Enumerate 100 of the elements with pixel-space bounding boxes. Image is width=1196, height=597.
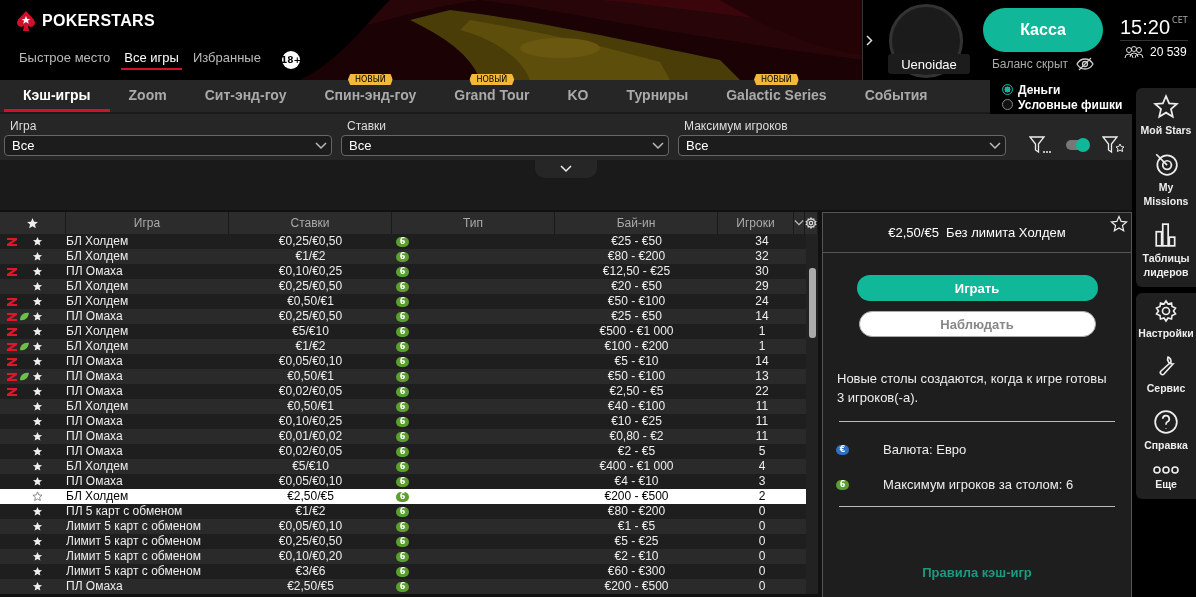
seats-badge: 6 [396,386,409,397]
players-cell: 11 [755,399,769,414]
eye-off-icon[interactable] [1076,57,1095,71]
table-row[interactable]: БЛ Холдем €0,25/€0,50 6 €25 - €50 34 [0,234,806,249]
filter-dropdown[interactable]: Все [341,135,669,156]
star-icon[interactable] [32,416,43,427]
table-row[interactable]: БЛ Холдем €2,50/€5 6 €200 - €500 2 [0,489,806,504]
players-cell: 13 [755,369,769,384]
game-tab[interactable]: Сит-энд-гоу [185,80,306,112]
star-icon[interactable] [32,281,43,292]
sidebar-button[interactable]: Еще [1137,466,1195,491]
nav-link[interactable]: Быстрое место [16,50,114,70]
table-row[interactable]: Лимит 5 карт с обменом €3/€6 6 €60 - €300 0 [0,564,806,579]
currency-radio[interactable]: Деньги [1002,82,1132,97]
table-row[interactable]: БЛ Холдем €0,50/€1 6 €40 - €100 11 [0,399,806,414]
star-icon[interactable] [32,551,43,562]
seats-badge: 6 [396,281,409,292]
seats-badge: 6 [396,536,409,547]
filter-more-icon[interactable] [1029,135,1051,154]
game-tab[interactable]: Zoom [109,80,186,112]
game-tab[interactable]: События [845,80,947,112]
star-icon[interactable] [32,386,43,397]
buyin-cell: €0,80 - €2 [609,429,664,444]
table-row[interactable]: ПЛ Омаха €0,01/€0,02 6 €0,80 - €2 11 [0,429,806,444]
players-cell: 14 [755,354,769,369]
sidebar-button[interactable]: Таблицы лидеров [1137,222,1195,279]
star-icon[interactable] [32,326,43,337]
filter-toggle[interactable] [1065,139,1088,150]
sidebar-button[interactable]: Настройки [1137,299,1195,340]
sidebar-button[interactable]: My Missions [1137,151,1195,208]
table-row[interactable]: БЛ Холдем €5/€10 6 €400 - €1 000 4 [0,459,806,474]
nav-link[interactable]: Избранные [189,50,264,70]
table-row[interactable]: ПЛ Омаха €0,05/€0,10 6 €4 - €10 3 [0,474,806,489]
star-icon[interactable] [32,236,43,247]
chevron-right-icon[interactable] [866,34,873,46]
table-row[interactable]: БЛ Холдем €0,25/€0,50 6 €20 - €50 29 [0,279,806,294]
star-icon[interactable] [32,461,43,472]
new-badge: НОВЫЙ [754,74,799,85]
star-icon[interactable] [32,476,43,487]
radio-dot[interactable] [1002,99,1013,110]
star-icon[interactable] [32,491,43,502]
collapse-tab[interactable] [535,160,597,178]
star-icon[interactable] [32,401,43,412]
table-row[interactable]: ПЛ Омаха €0,50/€1 6 €50 - €100 13 [0,369,806,384]
star-icon[interactable] [32,371,43,382]
table-row[interactable]: БЛ Холдем €5/€10 6 €500 - €1 000 1 [0,324,806,339]
table-row[interactable]: БЛ Холдем €1/€2 6 €100 - €200 1 [0,339,806,354]
sidebar-button[interactable]: Мой Stars [1137,94,1195,137]
currency-radio[interactable]: Условные фишки [1002,97,1132,112]
buyin-cell: €5 - €10 [614,354,659,369]
seats-badge: 6 [396,251,409,262]
radio-dot[interactable] [1002,84,1013,95]
buyin-cell: €100 - €200 [604,339,669,354]
star-icon[interactable] [32,581,43,592]
favorite-star-icon[interactable] [1110,215,1128,233]
star-icon[interactable] [32,431,43,442]
filter-dropdown[interactable]: Все [678,135,1006,156]
help-icon [1153,409,1179,435]
star-icon[interactable] [32,521,43,532]
table-row[interactable]: ПЛ Омаха €0,02/€0,05 6 €2 - €5 5 [0,444,806,459]
game-tab[interactable]: Турниры [607,80,708,112]
star-icon[interactable] [32,266,43,277]
star-icon[interactable] [32,251,43,262]
table-row[interactable]: ПЛ Омаха €0,10/€0,25 6 €12,50 - €25 30 [0,264,806,279]
table-row[interactable]: ПЛ Омаха €0,10/€0,25 6 €10 - €25 11 [0,414,806,429]
star-icon[interactable] [32,356,43,367]
star-icon[interactable] [32,446,43,457]
star-icon[interactable] [26,216,39,230]
table-row[interactable]: Лимит 5 карт с обменом €0,05/€0,10 6 €1 - €5 0 [0,519,806,534]
seats-badge: 6 [396,296,409,307]
filter-dropdown[interactable]: Все [4,135,332,156]
buyin-cell: €2 - €5 [617,444,656,459]
table-row[interactable]: Лимит 5 карт с обменом €0,10/€0,20 6 €2 - €10 0 [0,549,806,564]
star-icon[interactable] [32,296,43,307]
star-icon[interactable] [32,341,43,352]
table-row[interactable]: ПЛ Омаха €0,25/€0,50 6 €25 - €50 14 [0,309,806,324]
new-badge: НОВЫЙ [347,74,393,85]
star-icon[interactable] [32,536,43,547]
table-row[interactable]: ПЛ Омаха €0,02/€0,05 6 €2,50 - €5 22 [0,384,806,399]
star-icon[interactable] [32,506,43,517]
players-cell: 22 [755,384,769,399]
favorite-filter-icon[interactable] [1102,135,1126,154]
table-row[interactable]: Лимит 5 карт с обменом €0,25/€0,50 6 €5 - €25 0 [0,534,806,549]
star-icon[interactable] [32,566,43,577]
game-tab[interactable]: KO [548,80,608,112]
table-row[interactable]: ПЛ Омаха €2,50/€5 6 €200 - €500 0 [0,579,806,594]
stakes-cell: €0,05/€0,10 [278,354,343,369]
star-icon[interactable] [32,311,43,322]
nav-link[interactable]: Все игры [121,50,182,70]
table-row[interactable]: БЛ Холдем €1/€2 6 €80 - €200 32 [0,249,806,264]
watch-button[interactable]: Наблюдать [858,311,1096,337]
table-row[interactable]: БЛ Холдем €0,50/€1 6 €50 - €100 24 [0,294,806,309]
scrollbar[interactable] [806,234,818,594]
table-row[interactable]: ПЛ Омаха €0,05/€0,10 6 €5 - €10 14 [0,354,806,369]
table-row[interactable]: ПЛ 5 карт с обменом €1/€2 6 €80 - €200 0 [0,504,806,519]
sidebar-button[interactable]: Справка [1137,409,1195,452]
info-text: Максимум игроков за столом: 6 [883,477,1074,492]
rules-link[interactable]: Правила кэш-игр [922,565,1032,580]
settings-icon[interactable] [805,217,817,229]
sidebar-button[interactable]: Сервис [1137,354,1195,395]
